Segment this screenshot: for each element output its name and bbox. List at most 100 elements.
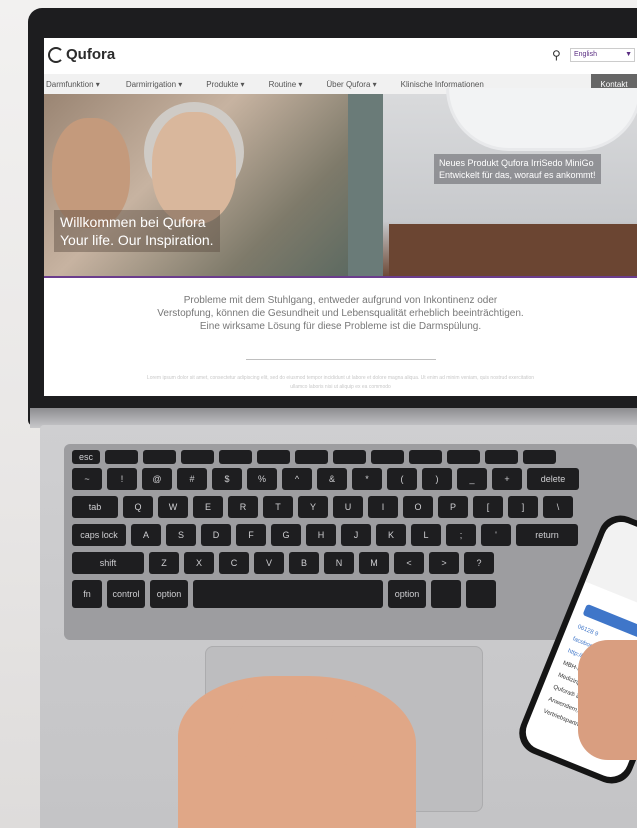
key-u[interactable]: U [333, 496, 363, 518]
key[interactable] [523, 450, 556, 464]
key-r[interactable]: R [228, 496, 258, 518]
key-tab[interactable]: tab [72, 496, 118, 518]
key-l[interactable]: L [411, 524, 441, 546]
key--[interactable]: [ [473, 496, 503, 518]
logo-text: Qufora [66, 46, 116, 63]
key[interactable] [295, 450, 328, 464]
key--[interactable]: ) [422, 468, 452, 490]
key-v[interactable]: V [254, 552, 284, 574]
key[interactable] [333, 450, 366, 464]
key-shift[interactable]: shift [72, 552, 144, 574]
wooden-cabinet [389, 224, 637, 276]
key-k[interactable]: K [376, 524, 406, 546]
key-option[interactable]: option [388, 580, 426, 608]
key-o[interactable]: O [403, 496, 433, 518]
search-icon[interactable]: ⚲ [552, 48, 561, 62]
key--[interactable]: ~ [72, 468, 102, 490]
hero-product-caption[interactable]: Neues Produkt Qufora IrriSedo MiniGo Ent… [434, 154, 601, 184]
key[interactable] [371, 450, 404, 464]
keyboard-row-zxcv: shift Z X C V B N M < >? [72, 552, 494, 574]
key-j[interactable]: J [341, 524, 371, 546]
key--[interactable]: + [492, 468, 522, 490]
key--[interactable]: > [429, 552, 459, 574]
key-x[interactable]: X [184, 552, 214, 574]
key-z[interactable]: Z [149, 552, 179, 574]
key[interactable] [219, 450, 252, 464]
key[interactable] [181, 450, 214, 464]
key-h[interactable]: H [306, 524, 336, 546]
intro-line-3: Eine wirksame Lösung für diese Probleme … [199, 321, 482, 332]
key-b[interactable]: B [289, 552, 319, 574]
logo-mark-icon [48, 46, 64, 63]
key-caps-lock[interactable]: caps lock [72, 524, 126, 546]
key-f[interactable]: F [236, 524, 266, 546]
key[interactable] [466, 580, 496, 608]
nav-produkte[interactable]: Produkte ▾ [206, 80, 244, 89]
key--[interactable]: ; [446, 524, 476, 546]
key-s[interactable]: S [166, 524, 196, 546]
key-n[interactable]: N [324, 552, 354, 574]
key[interactable] [431, 580, 461, 608]
key[interactable] [257, 450, 290, 464]
key--[interactable]: % [247, 468, 277, 490]
key--[interactable]: @ [142, 468, 172, 490]
key--[interactable]: \ [543, 496, 573, 518]
key[interactable] [409, 450, 442, 464]
key--[interactable]: ^ [282, 468, 312, 490]
key-a[interactable]: A [131, 524, 161, 546]
key-return[interactable]: return [516, 524, 578, 546]
chevron-down-icon: ▼ [625, 51, 632, 58]
key-fn[interactable]: fn [72, 580, 102, 608]
key-option[interactable]: option [150, 580, 188, 608]
keyboard-row-qwerty: tab Q W E R T Y U I O P[] \ [72, 496, 573, 518]
key--[interactable]: * [352, 468, 382, 490]
nav-darmfunktion[interactable]: Darmfunktion ▾ [46, 80, 100, 89]
intro-text: Probleme mit dem Stuhlgang, entweder auf… [114, 294, 567, 333]
key--[interactable]: _ [457, 468, 487, 490]
key-m[interactable]: M [359, 552, 389, 574]
section-divider [246, 359, 436, 360]
key--[interactable]: & [317, 468, 347, 490]
key--[interactable]: ! [107, 468, 137, 490]
key--[interactable]: ? [464, 552, 494, 574]
keyboard-row-asdf: caps lock A S D F G H J K L; ' return [72, 524, 578, 546]
key-delete[interactable]: delete [527, 468, 579, 490]
key-i[interactable]: I [368, 496, 398, 518]
hand-holding-phone [578, 640, 637, 760]
key-control[interactable]: control [107, 580, 145, 608]
key-esc[interactable]: esc [72, 450, 100, 464]
key--[interactable]: ( [387, 468, 417, 490]
key-e[interactable]: E [193, 496, 223, 518]
key-w[interactable]: W [158, 496, 188, 518]
accent-line [44, 276, 637, 278]
key[interactable] [193, 580, 383, 608]
key-g[interactable]: G [271, 524, 301, 546]
key-d[interactable]: D [201, 524, 231, 546]
nav-routine[interactable]: Routine ▾ [269, 80, 303, 89]
key--[interactable]: ' [481, 524, 511, 546]
key--[interactable]: < [394, 552, 424, 574]
key[interactable] [105, 450, 138, 464]
key-c[interactable]: C [219, 552, 249, 574]
keyboard-row-bottom: fn control option option [72, 580, 496, 608]
keyboard-row-function: esc [72, 450, 556, 464]
product-title: Neues Produkt Qufora IrriSedo MiniGo [439, 158, 594, 168]
key[interactable] [447, 450, 480, 464]
site-header: Qufora ⚲ English ▼ [44, 38, 637, 74]
key-p[interactable]: P [438, 496, 468, 518]
welcome-title: Willkommen bei Qufora [60, 214, 206, 230]
key[interactable] [143, 450, 176, 464]
key-y[interactable]: Y [298, 496, 328, 518]
hero-welcome-caption[interactable]: Willkommen bei Qufora Your life. Our Ins… [54, 210, 220, 252]
hero-divider-panel [348, 94, 383, 276]
key-q[interactable]: Q [123, 496, 153, 518]
key-t[interactable]: T [263, 496, 293, 518]
qufora-logo[interactable]: Qufora [48, 46, 115, 63]
nav-ueber-qufora[interactable]: Über Qufora ▾ [326, 80, 376, 89]
key--[interactable]: # [177, 468, 207, 490]
key--[interactable]: $ [212, 468, 242, 490]
key--[interactable]: ] [508, 496, 538, 518]
language-select[interactable]: English ▼ [570, 48, 635, 62]
key[interactable] [485, 450, 518, 464]
nav-darmirrigation[interactable]: Darmirrigation ▾ [126, 80, 182, 89]
